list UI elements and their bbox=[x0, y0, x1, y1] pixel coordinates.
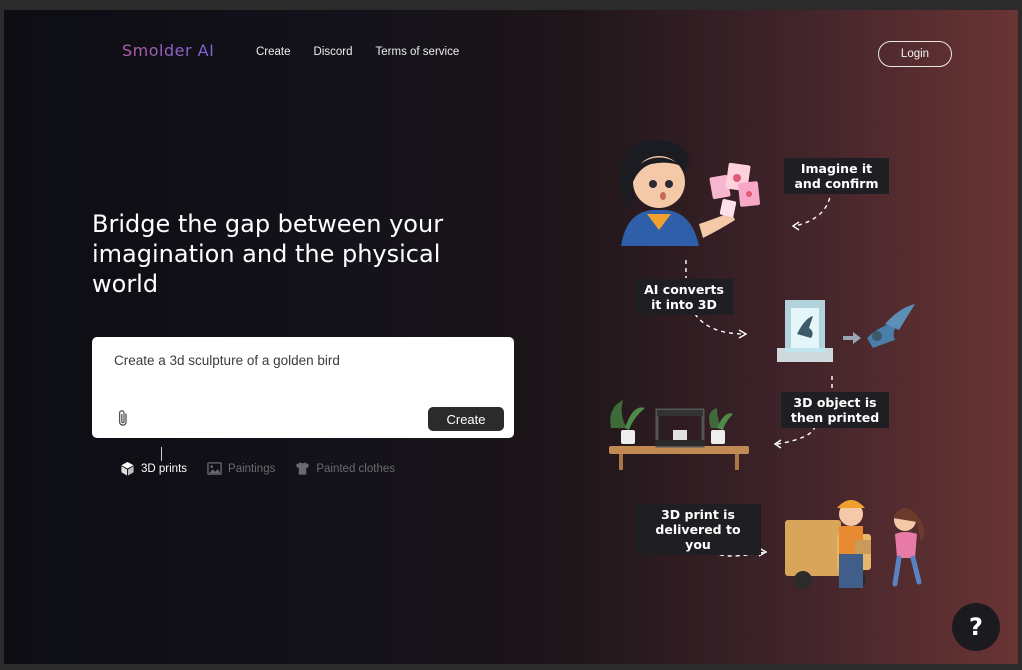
step-label-print: 3D object is then printed bbox=[781, 392, 889, 428]
tab-label: 3D prints bbox=[141, 462, 188, 475]
hero-title: Bridge the gap between your imagination … bbox=[92, 210, 444, 298]
prompt-input[interactable]: Create a 3d sculpture of a golden bird bbox=[114, 353, 494, 399]
girl-imagining-illustration bbox=[619, 140, 761, 246]
bird-hologram-illustration bbox=[777, 300, 915, 362]
nav-create[interactable]: Create bbox=[256, 46, 291, 58]
tab-3d-prints[interactable]: 3D prints bbox=[120, 461, 187, 476]
nav-discord[interactable]: Discord bbox=[314, 46, 353, 58]
tab-painted-clothes[interactable]: Painted clothes bbox=[295, 461, 395, 476]
prompt-box: Create a 3d sculpture of a golden bird C… bbox=[92, 337, 514, 438]
help-button[interactable]: ? bbox=[952, 603, 1000, 651]
delivery-illustration bbox=[785, 500, 925, 589]
paperclip-icon[interactable] bbox=[116, 409, 130, 427]
tab-paintings[interactable]: Paintings bbox=[207, 461, 275, 476]
app-frame: Smolder AI Create Discord Terms of servi… bbox=[4, 10, 1018, 664]
tab-label: Painted clothes bbox=[316, 462, 395, 475]
printer-desk-illustration bbox=[609, 400, 749, 470]
tshirt-icon bbox=[296, 462, 310, 475]
brand-logo[interactable]: Smolder AI bbox=[122, 41, 214, 60]
category-tabs: 3D prints Paintings Painted clothes bbox=[120, 461, 395, 476]
tab-label: Paintings bbox=[228, 462, 276, 475]
image-icon bbox=[207, 462, 222, 475]
tab-indicator bbox=[161, 447, 162, 461]
process-illustration: Imagine it and confirm AI converts it in… bbox=[599, 138, 959, 598]
nav-terms[interactable]: Terms of service bbox=[376, 46, 460, 58]
create-button[interactable]: Create bbox=[428, 407, 504, 431]
login-button[interactable]: Login bbox=[878, 41, 952, 67]
step-label-deliver: 3D print is delivered to you bbox=[635, 504, 761, 555]
cube-icon bbox=[121, 461, 134, 476]
step-label-imagine: Imagine it and confirm bbox=[784, 158, 889, 194]
step-label-convert: AI converts it into 3D bbox=[635, 279, 733, 315]
top-nav: Create Discord Terms of service bbox=[256, 46, 459, 58]
